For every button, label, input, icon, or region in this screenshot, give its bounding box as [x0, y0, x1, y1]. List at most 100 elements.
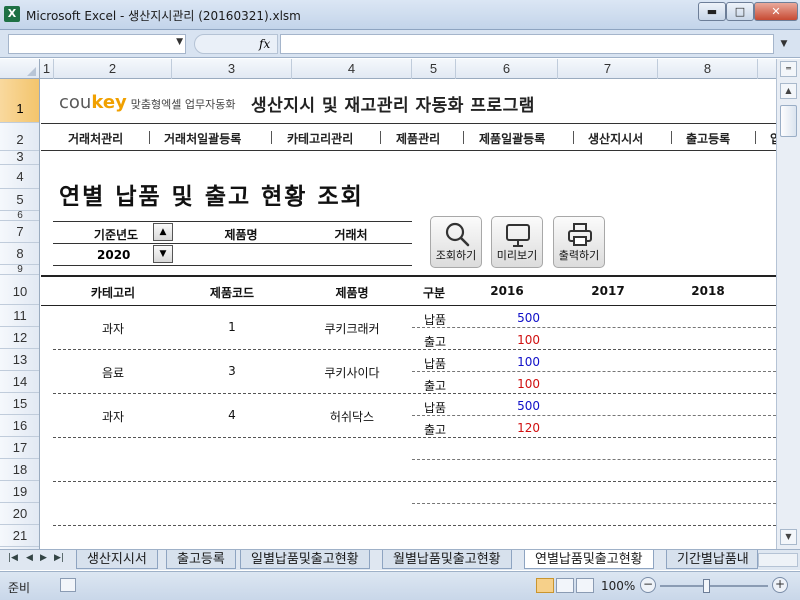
normal-view-icon[interactable] — [536, 578, 554, 593]
tab-yearly-status[interactable]: 연별납품및출고현황 — [524, 550, 654, 569]
formula-input[interactable] — [280, 34, 774, 54]
menu-item-category[interactable]: 카테고리관리 — [287, 130, 353, 147]
select-all-button[interactable] — [0, 59, 40, 79]
table-cell-shipment-2016[interactable]: 120 — [456, 421, 540, 435]
table-cell-category[interactable]: 음료 — [54, 364, 172, 381]
tab-shipment[interactable]: 출고등록 — [166, 550, 236, 569]
zoom-level[interactable]: 100% — [601, 579, 635, 593]
scroll-thumb[interactable] — [780, 105, 797, 137]
expand-formula-icon[interactable]: ▼ — [776, 34, 792, 54]
macro-record-icon[interactable] — [60, 578, 76, 592]
scroll-up-button[interactable]: ▲ — [780, 83, 797, 99]
column-header[interactable]: 3 — [172, 59, 292, 79]
column-header[interactable]: 5 — [412, 59, 456, 79]
table-cell-shipment-label[interactable]: 출고 — [424, 421, 446, 438]
row-header[interactable]: 3 — [0, 150, 39, 165]
prev-sheet-icon[interactable]: ◀ — [26, 553, 33, 563]
row-header[interactable]: 19 — [0, 481, 39, 503]
table-cell-delivery-label[interactable]: 납품 — [424, 355, 446, 372]
print-button-label: 출력하기 — [558, 249, 600, 262]
sheet-grid[interactable]: coukey 맞춤형엑셀 업무자동화 생산지시 및 재고관리 자동화 프로그램 거… — [41, 79, 776, 549]
name-box[interactable]: ▼ — [8, 34, 186, 54]
scroll-down-button[interactable]: ▼ — [780, 529, 797, 545]
menu-item-client-bulk[interactable]: 거래처일괄등록 — [164, 130, 241, 147]
tab-monthly-status[interactable]: 월별납품및출고현황 — [382, 550, 512, 569]
row-header[interactable]: 14 — [0, 371, 39, 393]
table-cell-code[interactable]: 3 — [172, 364, 292, 378]
preview-button[interactable]: 미리보기 — [491, 216, 543, 268]
table-cell-delivery-2016[interactable]: 500 — [456, 311, 540, 325]
table-cell-category[interactable]: 과자 — [54, 320, 172, 337]
table-cell-delivery-2016[interactable]: 100 — [456, 355, 540, 369]
table-cell-code[interactable]: 1 — [172, 320, 292, 334]
vertical-scrollbar[interactable]: ═ ▲ ▼ — [776, 59, 800, 549]
year-down-button[interactable]: ▼ — [153, 245, 173, 263]
maximize-button[interactable]: □ — [726, 2, 754, 21]
table-cell-name[interactable]: 쿠키크래커 — [292, 320, 412, 337]
row-header[interactable]: 8 — [0, 243, 39, 265]
column-header[interactable]: 7 — [558, 59, 658, 79]
zoom-slider-track[interactable] — [660, 585, 768, 587]
menu-item-product[interactable]: 제품관리 — [396, 130, 440, 147]
tab-period-status[interactable]: 기간별납품내 — [666, 550, 758, 569]
menu-item-production-order[interactable]: 생산지시서 — [588, 130, 643, 147]
search-button[interactable]: 조회하기 — [430, 216, 482, 268]
row-header[interactable]: 11 — [0, 305, 39, 327]
row-header[interactable]: 4 — [0, 165, 39, 189]
table-cell-shipment-2016[interactable]: 100 — [456, 333, 540, 347]
page-break-view-icon[interactable] — [576, 578, 594, 593]
zoom-in-button[interactable]: + — [772, 577, 788, 593]
menu-item-product-bulk[interactable]: 제품일괄등록 — [479, 130, 545, 147]
tab-production-order[interactable]: 생산지시서 — [76, 550, 158, 569]
table-cell-shipment-label[interactable]: 출고 — [424, 377, 446, 394]
row-header[interactable]: 1 — [0, 79, 39, 123]
table-cell-name[interactable]: 허쉬닥스 — [292, 408, 412, 425]
row-header[interactable]: 10 — [0, 275, 39, 305]
page-layout-view-icon[interactable] — [556, 578, 574, 593]
excel-icon[interactable]: X — [4, 6, 20, 22]
table-cell-shipment-label[interactable]: 출고 — [424, 333, 446, 350]
chevron-down-icon[interactable]: ▼ — [176, 37, 183, 47]
insert-function-button[interactable]: fx — [259, 37, 270, 51]
row-header[interactable]: 5 — [0, 189, 39, 211]
row-header[interactable]: 16 — [0, 415, 39, 437]
menu-item-client[interactable]: 거래처관리 — [68, 130, 123, 147]
row-header[interactable]: 21 — [0, 525, 39, 547]
row-header[interactable]: 2 — [0, 123, 39, 151]
row-header[interactable]: 20 — [0, 503, 39, 525]
table-cell-delivery-label[interactable]: 납품 — [424, 399, 446, 416]
row-header[interactable]: 13 — [0, 349, 39, 371]
table-cell-delivery-label[interactable]: 납품 — [424, 311, 446, 328]
column-header[interactable]: 8 — [658, 59, 758, 79]
column-header[interactable]: 4 — [292, 59, 412, 79]
split-handle[interactable]: ═ — [780, 61, 797, 77]
table-cell-name[interactable]: 쿠키사이다 — [292, 364, 412, 381]
last-sheet-icon[interactable]: ▶| — [54, 553, 64, 563]
print-button[interactable]: 출력하기 — [553, 216, 605, 268]
table-cell-shipment-2016[interactable]: 100 — [456, 377, 540, 391]
year-up-button[interactable]: ▲ — [153, 223, 173, 241]
zoom-out-button[interactable]: − — [640, 577, 656, 593]
column-header[interactable]: 2 — [54, 59, 172, 79]
row-header[interactable]: 12 — [0, 327, 39, 349]
column-header[interactable]: 6 — [456, 59, 558, 79]
close-button[interactable]: ✕ — [754, 2, 798, 21]
column-header[interactable]: 1 — [40, 59, 54, 79]
next-sheet-icon[interactable]: ▶ — [40, 553, 47, 563]
row-header[interactable]: 7 — [0, 221, 39, 243]
row-header[interactable]: 15 — [0, 393, 39, 415]
first-sheet-icon[interactable]: |◀ — [8, 553, 18, 563]
table-cell-category[interactable]: 과자 — [54, 408, 172, 425]
zoom-slider-thumb[interactable] — [703, 579, 710, 593]
row-header[interactable]: 18 — [0, 459, 39, 481]
year-value[interactable]: 2020 — [97, 248, 130, 262]
row-header[interactable]: 6 — [0, 211, 39, 221]
minimize-button[interactable]: ▬ — [698, 2, 726, 21]
row-header[interactable]: 17 — [0, 437, 39, 459]
menu-item-shipment[interactable]: 출고등록 — [686, 130, 730, 147]
table-cell-delivery-2016[interactable]: 500 — [456, 399, 540, 413]
table-cell-code[interactable]: 4 — [172, 408, 292, 422]
tab-daily-status[interactable]: 일별납품및출고현황 — [240, 550, 370, 569]
horizontal-scrollbar[interactable] — [758, 553, 798, 567]
row-header[interactable]: 9 — [0, 265, 39, 275]
